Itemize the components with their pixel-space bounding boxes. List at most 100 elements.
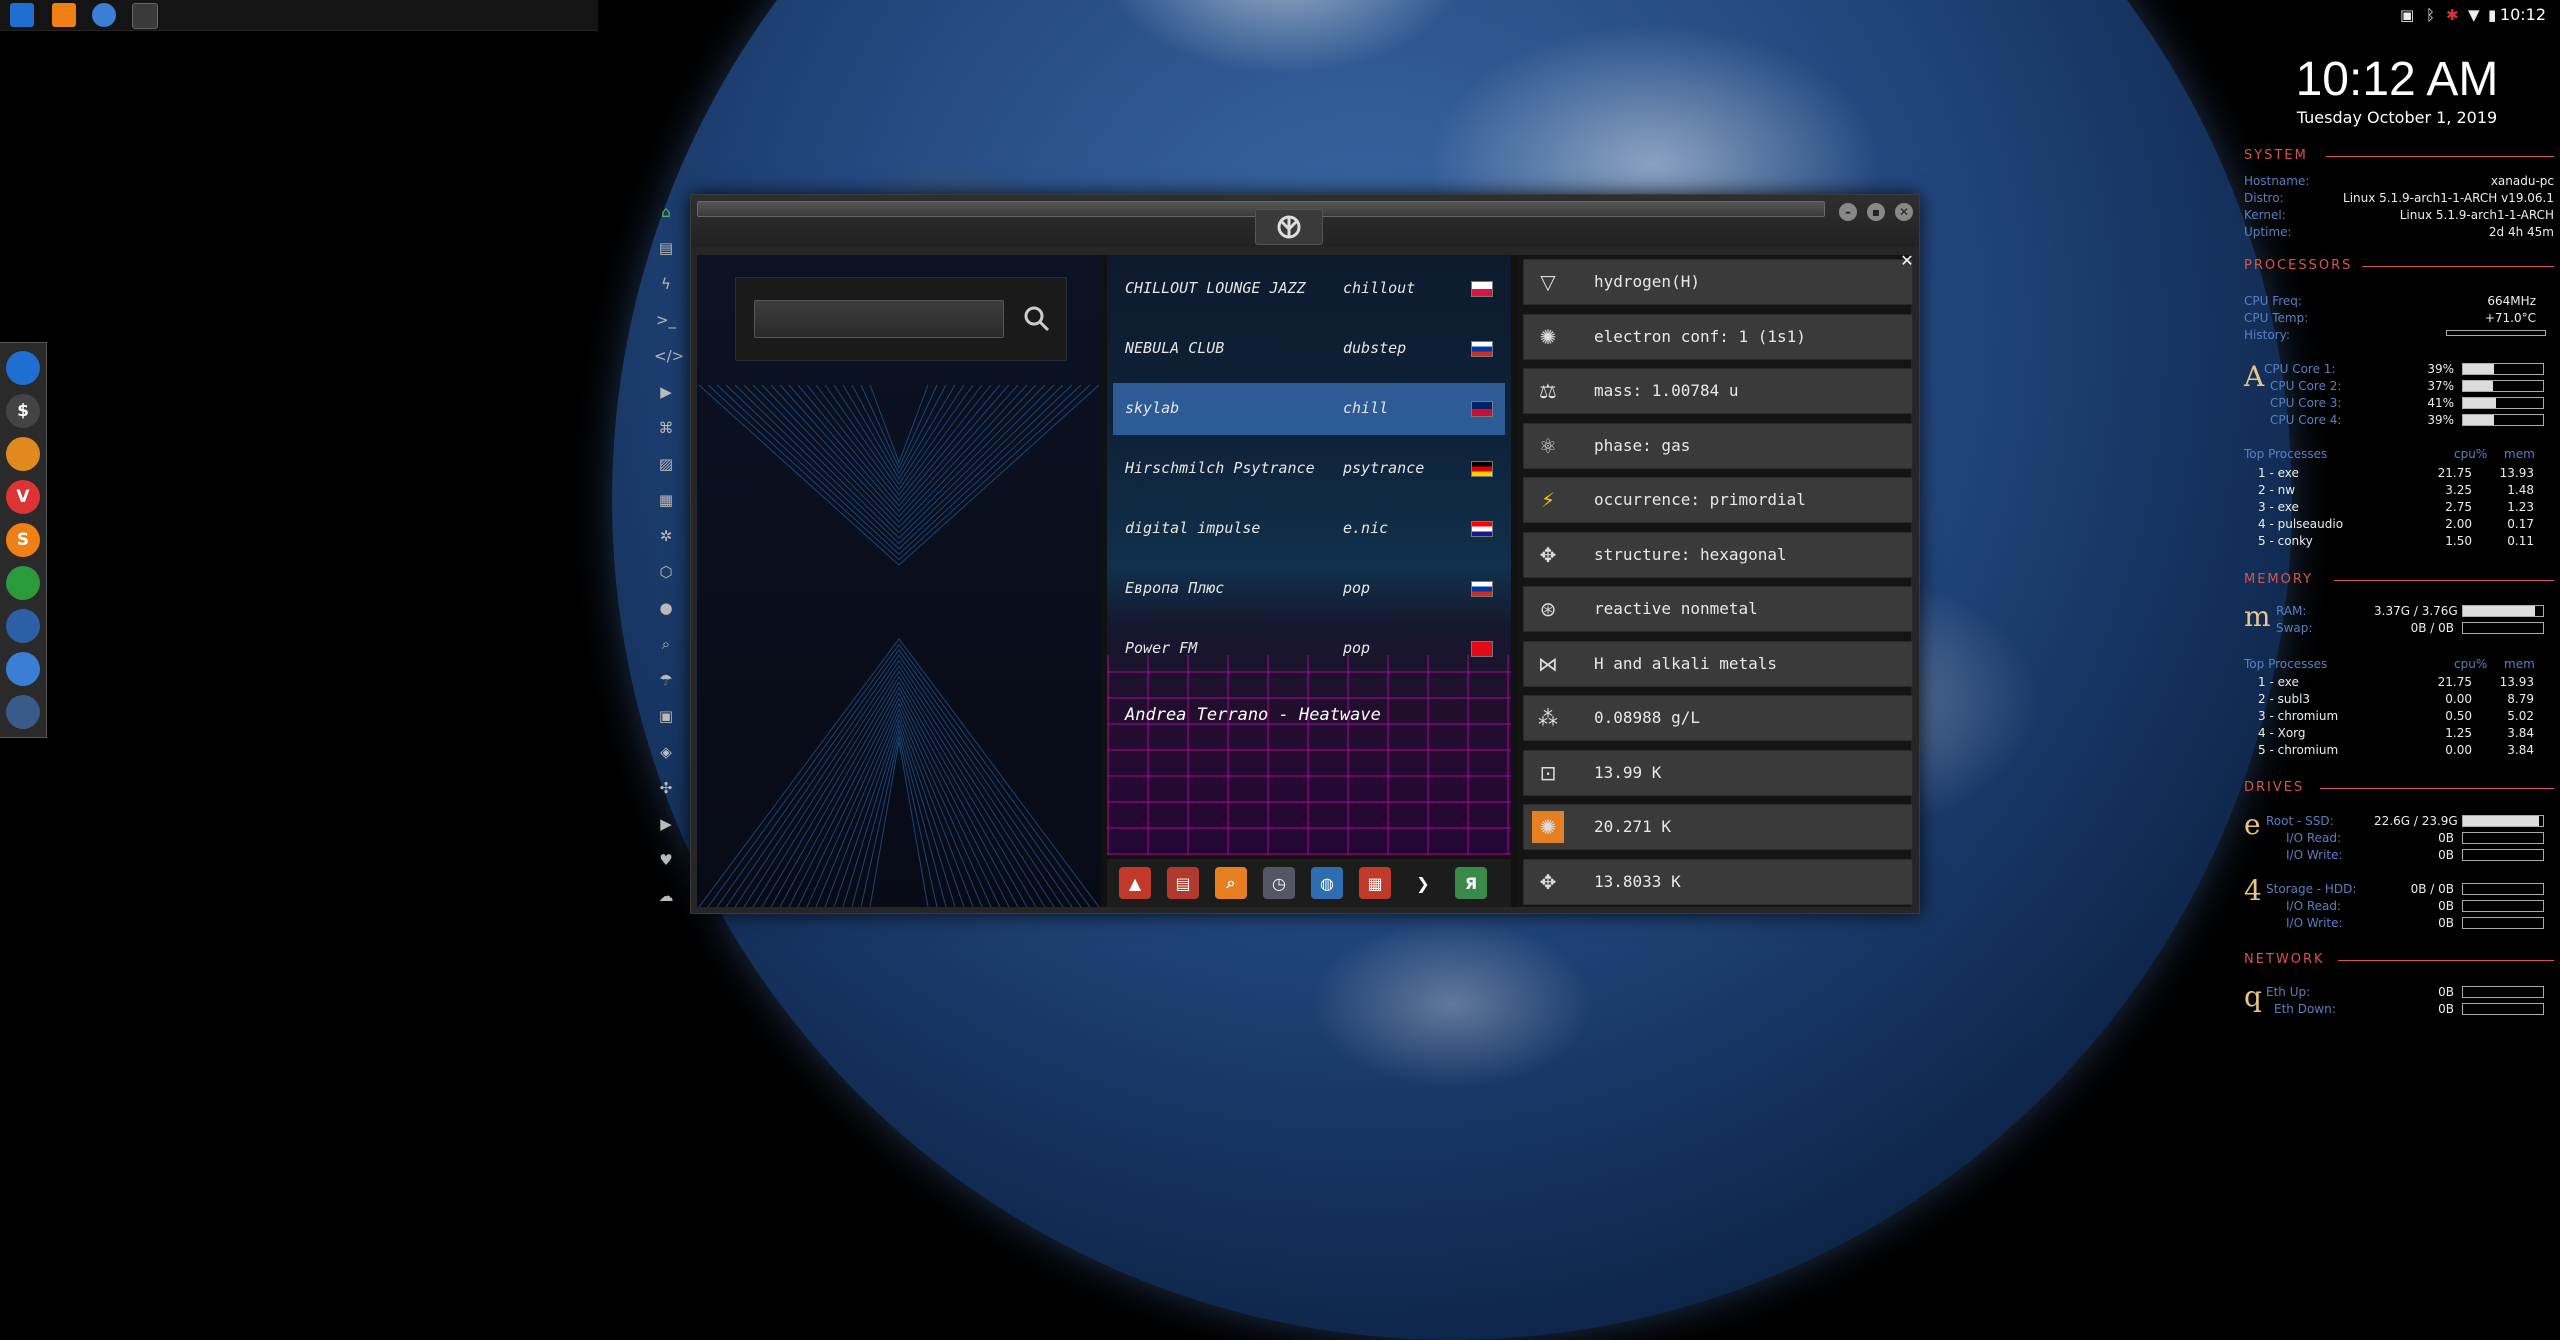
- search-button[interactable]: [1020, 302, 1054, 336]
- chromium-icon[interactable]: [92, 3, 116, 27]
- play-icon[interactable]: ▶: [654, 380, 678, 404]
- atom-icon: ⚛: [1539, 433, 1557, 458]
- search-icon[interactable]: ⌕: [654, 632, 678, 656]
- news-icon[interactable]: ▦: [654, 488, 678, 512]
- process-mem: 13.93: [2499, 466, 2534, 480]
- root-write-bar: [2462, 849, 2544, 861]
- drives-title: DRIVES: [2244, 780, 2305, 795]
- station-row[interactable]: Power FM pop: [1113, 623, 1505, 675]
- process-mem: 8.79: [2507, 692, 2534, 706]
- contact-icon[interactable]: ▣: [654, 704, 678, 728]
- file-manager-icon[interactable]: [10, 3, 34, 27]
- monitor-icon[interactable]: [6, 566, 40, 600]
- info-row: ✺ electron conf: 1 (1s1): [1523, 313, 1913, 360]
- files-icon[interactable]: [6, 351, 40, 385]
- clock-app-icon[interactable]: ◷: [1263, 867, 1295, 899]
- heart-icon[interactable]: ♥: [654, 848, 678, 872]
- globe-app-icon[interactable]: ◍: [1311, 867, 1343, 899]
- terminal-icon[interactable]: $: [6, 394, 40, 428]
- eth-down-bar: [2462, 1003, 2544, 1015]
- youtube-icon[interactable]: ▶: [654, 812, 678, 836]
- info-row: ⊡ 13.99 K: [1523, 749, 1913, 796]
- screenshot-icon[interactable]: [6, 609, 40, 643]
- station-name: Hirschmilch Psytrance: [1125, 459, 1315, 477]
- station-genre: psytrance: [1343, 459, 1425, 477]
- system-label: Hostname:: [2244, 174, 2310, 188]
- close-button[interactable]: ✕: [1895, 203, 1913, 221]
- search-box: [735, 277, 1067, 361]
- station-row[interactable]: CHILLOUT LOUNGE JAZZ chillout: [1113, 263, 1505, 315]
- station-row[interactable]: Европа Плюс pop: [1113, 563, 1505, 615]
- hexagon-icon[interactable]: ⬡: [654, 560, 678, 584]
- ubuntu-icon[interactable]: [6, 437, 40, 471]
- bolt-icon[interactable]: ϟ: [654, 272, 678, 296]
- info-text: 0.08988 g/L: [1594, 708, 1700, 727]
- globe-icon[interactable]: ●: [654, 596, 678, 620]
- umbrella-icon[interactable]: ☂: [654, 668, 678, 692]
- structure-icon: ✥: [1539, 542, 1557, 567]
- search-input[interactable]: [754, 300, 1004, 338]
- minimize-button[interactable]: –: [1839, 203, 1857, 221]
- station-row[interactable]: digital impulse e.nic: [1113, 503, 1505, 555]
- grid-icon[interactable]: [6, 695, 40, 729]
- image-icon[interactable]: ▨: [654, 452, 678, 476]
- search-app-icon[interactable]: ⌕: [1215, 867, 1247, 899]
- sublime-icon[interactable]: [52, 3, 76, 27]
- info-text: H and alkali metals: [1594, 653, 1778, 673]
- reactive-icon: ⊛: [1539, 597, 1557, 621]
- app-launcher-bar: ▲ ▤ ⌕ ◷ ◍ ▦ ❯ Я: [1107, 859, 1511, 907]
- ram-label: RAM:: [2276, 604, 2307, 618]
- sublime-icon[interactable]: S: [6, 523, 40, 557]
- system-value: Linux 5.1.9-arch1-1-ARCH v19.06.1: [2343, 191, 2554, 205]
- info-text: phase: gas: [1594, 435, 1691, 455]
- calendar-app-icon[interactable]: ▤: [1167, 867, 1199, 899]
- vivaldi-icon[interactable]: V: [6, 480, 40, 514]
- root-drive-bar: [2462, 815, 2544, 827]
- station-genre: chillout: [1343, 279, 1416, 297]
- expand-icon[interactable]: ✣: [654, 776, 678, 800]
- translate-icon[interactable]: ⌘: [654, 416, 678, 440]
- section-divider: [2326, 156, 2554, 157]
- scale-icon: ⚖: [1539, 379, 1557, 403]
- swap-bar: [2462, 622, 2544, 634]
- storage-read-value: 0B: [2438, 899, 2454, 913]
- station-genre: pop: [1343, 639, 1371, 657]
- mem-column-header: mem: [2504, 657, 2535, 671]
- swap-value: 0B / 0B: [2410, 621, 2454, 635]
- process-cpu: 0.00: [2445, 743, 2472, 757]
- maximize-button[interactable]: ▪: [1867, 203, 1885, 221]
- arrow-icon[interactable]: ❯: [1407, 867, 1439, 899]
- storage-drive-bar: [2462, 883, 2544, 895]
- cpu-history-graph: [2446, 330, 2546, 336]
- code-icon[interactable]: </>: [654, 344, 684, 368]
- cloud-icon[interactable]: ☁: [654, 884, 678, 908]
- titlebar[interactable]: – ▪ ✕: [691, 195, 1919, 247]
- atom-icon[interactable]: ✲: [654, 524, 678, 548]
- station-name: NEBULA CLUB: [1125, 339, 1225, 357]
- home-icon[interactable]: ⌂: [654, 200, 678, 224]
- app-icon[interactable]: [132, 3, 158, 29]
- arch-icon[interactable]: ▲: [1119, 867, 1151, 899]
- root-drive-label: Root - SSD:: [2266, 814, 2334, 828]
- swap-label: Swap:: [2276, 621, 2313, 635]
- electron-icon: ✺: [1539, 324, 1557, 349]
- station-row[interactable]: NEBULA CLUB dubstep: [1113, 323, 1505, 375]
- info-row: ⋈ H and alkali metals: [1523, 640, 1913, 687]
- root-drive-value: 22.6G / 23.9G: [2374, 814, 2458, 828]
- system-label: Distro:: [2244, 191, 2284, 205]
- document-icon[interactable]: ▤: [654, 236, 678, 260]
- calendar-icon[interactable]: ▦: [1359, 867, 1391, 899]
- station-row[interactable]: Hirschmilch Psytrance psytrance: [1113, 443, 1505, 495]
- memory-glyph: m: [2244, 600, 2271, 633]
- station-row[interactable]: skylab chill: [1113, 383, 1505, 435]
- station-name: Европа Плюс: [1125, 579, 1225, 597]
- chrome-icon[interactable]: [6, 652, 40, 686]
- terminal-icon[interactable]: >_: [654, 308, 678, 332]
- root-read-value: 0B: [2438, 831, 2454, 845]
- link-icon[interactable]: ◈: [654, 740, 678, 764]
- yandex-icon[interactable]: Я: [1455, 867, 1487, 899]
- station-name: skylab: [1125, 399, 1180, 417]
- panel-close-icon[interactable]: ✕: [1899, 253, 1915, 269]
- info-text: 13.99 K: [1594, 762, 1662, 782]
- cpu-core-value: 39%: [2427, 362, 2454, 376]
